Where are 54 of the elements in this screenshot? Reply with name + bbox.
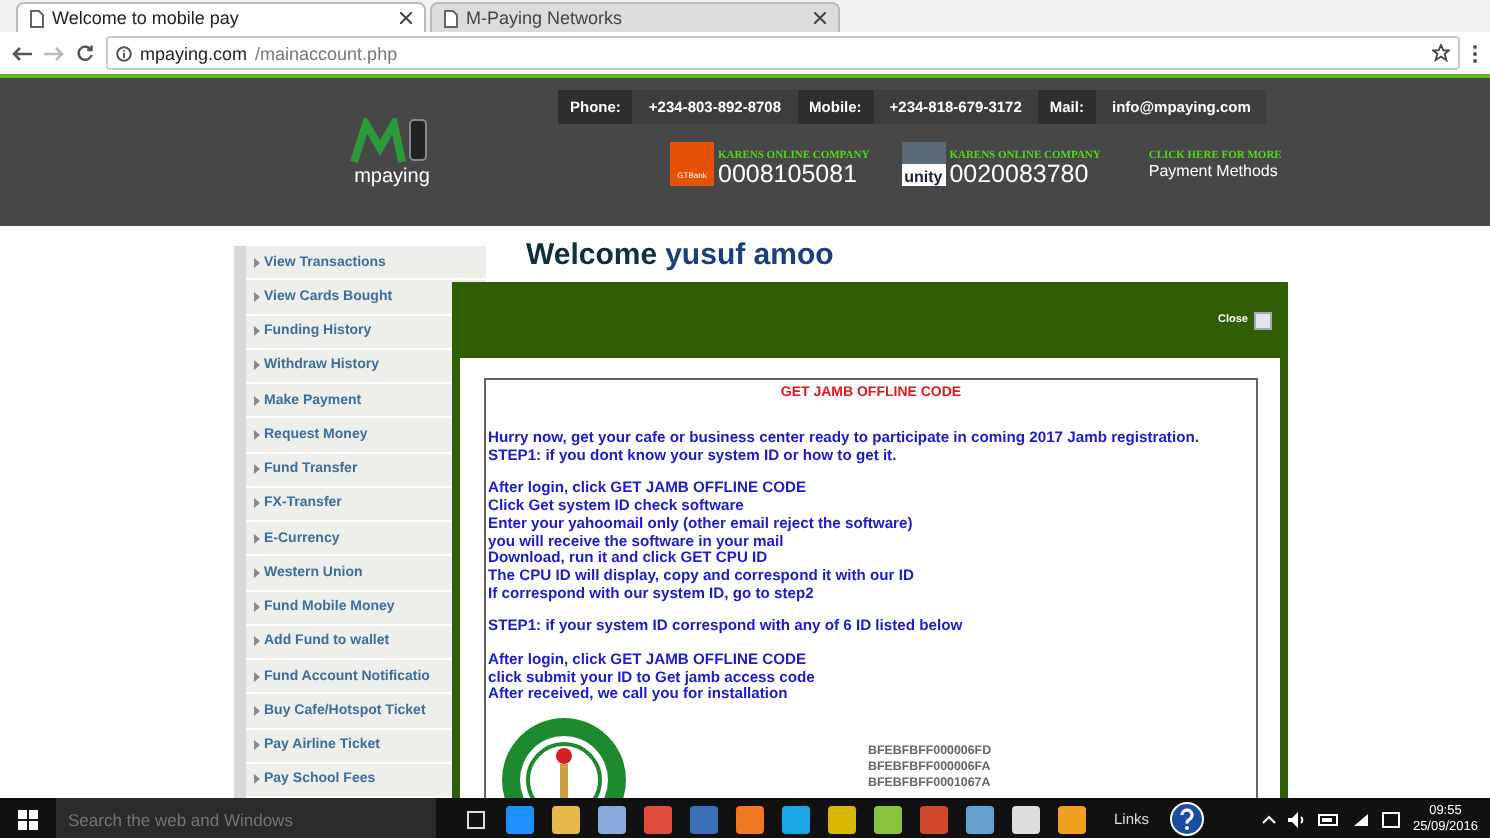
- browser-tab[interactable]: M-Paying Networks: [430, 2, 840, 32]
- back-icon[interactable]: [12, 45, 32, 61]
- triangle-icon: [254, 740, 260, 751]
- taskbar-app-icon[interactable]: [736, 805, 764, 833]
- page-icon: [444, 9, 458, 27]
- triangle-icon: [254, 291, 260, 302]
- user-name: yusuf amoo: [665, 238, 834, 274]
- taskbar-app-icon[interactable]: [1058, 805, 1086, 833]
- menu-icon[interactable]: [1472, 43, 1478, 63]
- welcome-text: Welcome: [526, 238, 658, 274]
- triangle-icon: [254, 429, 260, 440]
- wifi-icon[interactable]: [1352, 811, 1371, 827]
- task-view-icon[interactable]: [464, 809, 488, 829]
- browser-tab[interactable]: Welcome to mobile pay: [16, 2, 426, 32]
- account-number: 0020083780: [949, 162, 1091, 186]
- payment-methods-label: Payment Methods: [1148, 162, 1280, 180]
- battery-icon[interactable]: [1318, 813, 1341, 825]
- triangle-icon: [254, 705, 260, 716]
- triangle-icon: [254, 671, 260, 682]
- triangle-icon: [254, 360, 260, 371]
- search-field[interactable]: Search the web and Windows: [56, 798, 436, 838]
- taskbar-app-icon[interactable]: [966, 805, 994, 833]
- chevron-icon[interactable]: [1262, 814, 1277, 824]
- page-icon: [30, 9, 44, 27]
- info-icon: [116, 45, 132, 61]
- account-number: 0008105081: [718, 162, 860, 186]
- triangle-icon: [254, 395, 260, 406]
- bank-logo: unity: [901, 142, 946, 186]
- close-icon[interactable]: [814, 12, 826, 24]
- triangle-icon: [254, 636, 260, 647]
- notification-icon[interactable]: [1382, 811, 1401, 827]
- triangle-icon: [254, 533, 260, 544]
- taskbar-app-icon[interactable]: [828, 805, 856, 833]
- reload-icon[interactable]: [76, 44, 94, 62]
- triangle-icon: [254, 567, 260, 578]
- triangle-icon: [254, 498, 260, 509]
- taskbar-app-icon[interactable]: [552, 805, 580, 833]
- triangle-icon: [254, 774, 260, 785]
- triangle-icon: [254, 257, 260, 268]
- triangle-icon: [254, 464, 260, 475]
- triangle-icon: [254, 326, 260, 337]
- taskbar-app-icon[interactable]: [598, 805, 626, 833]
- triangle-icon: [254, 602, 260, 613]
- taskbar-app-icon[interactable]: [1012, 805, 1040, 833]
- logo-text: mpaying: [354, 165, 430, 187]
- taskbar-app-icon[interactable]: [874, 805, 902, 833]
- address-bar[interactable]: mpaying.com /mainaccount.php: [106, 36, 1460, 70]
- volume-icon[interactable]: [1288, 811, 1307, 827]
- close-icon[interactable]: [400, 12, 412, 24]
- help-icon[interactable]: [1169, 802, 1204, 836]
- windows-icon[interactable]: [18, 809, 38, 829]
- taskbar-app-icon[interactable]: [782, 805, 810, 833]
- taskbar-app-icon[interactable]: [506, 805, 534, 833]
- star-icon[interactable]: [1432, 44, 1450, 62]
